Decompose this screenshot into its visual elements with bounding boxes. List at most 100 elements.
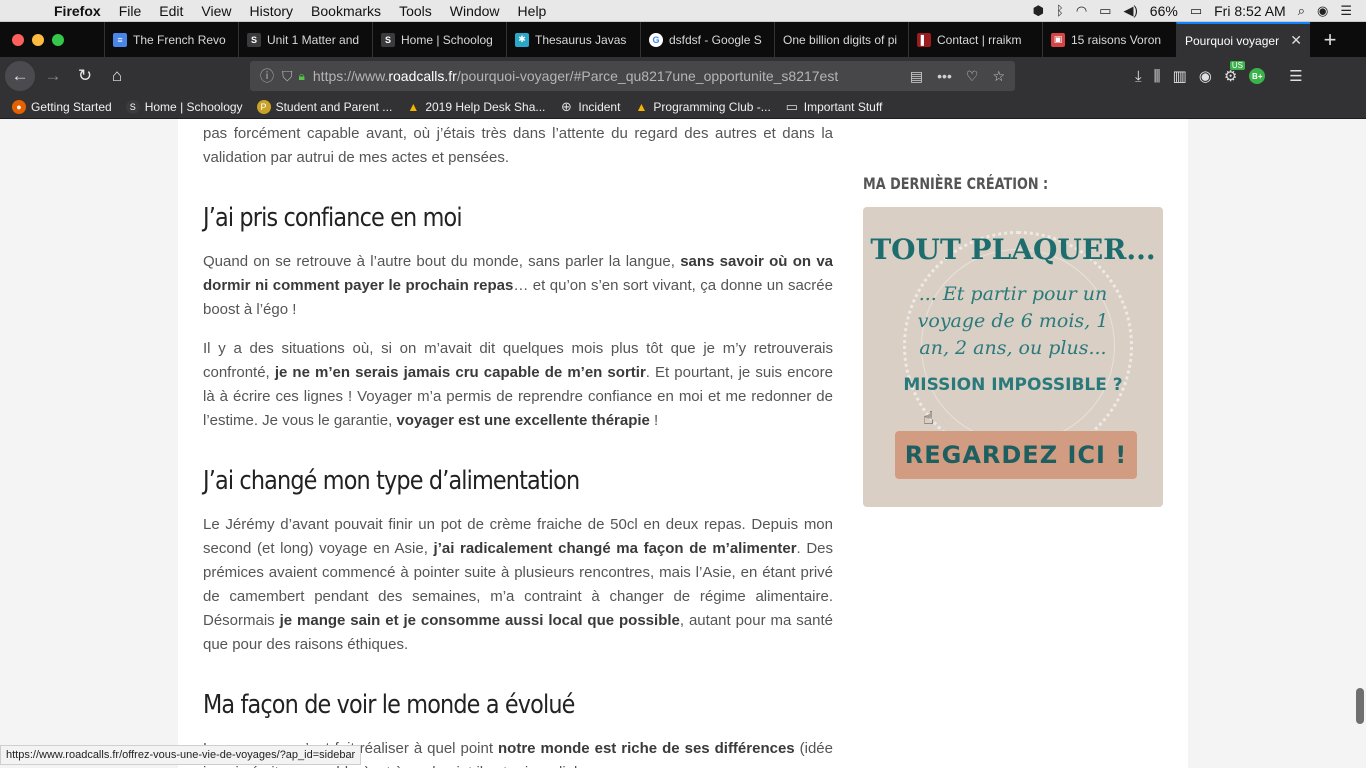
url-text[interactable]: https://www.roadcalls.fr/pourquoi-voyage… — [313, 68, 873, 84]
heading-monde: Ma façon de voir le monde a évolué — [203, 690, 575, 720]
tab-3[interactable]: ✱ Thesaurus Javas — [506, 22, 640, 57]
tab-label: 15 raisons Voron — [1071, 32, 1162, 47]
promo-cta-button[interactable]: REGARDEZ ICI ! — [895, 431, 1137, 479]
bookmark-label: Programming Club -... — [653, 99, 771, 114]
firefox-icon: ● — [12, 99, 26, 114]
drive-icon: ▲ — [635, 99, 648, 114]
tab-1[interactable]: S Unit 1 Matter and — [238, 22, 372, 57]
notification-center-icon[interactable]: ☰ — [1340, 3, 1352, 19]
url-bar[interactable]: ⓘ ⛉ 🔒︎ https://www.roadcalls.fr/pourquoi… — [250, 61, 1015, 91]
tab-8[interactable]: Pourquoi voyager ✕ — [1176, 22, 1310, 57]
tracking-shield-icon[interactable]: ⛉ — [282, 68, 293, 85]
thesaurus-icon: ✱ — [515, 32, 529, 47]
bookmark-label: Incident — [578, 99, 621, 114]
tab-4[interactable]: Gdsfdsf - Google S — [640, 22, 774, 57]
menu-bookmarks[interactable]: Bookmarks — [302, 3, 390, 19]
parent-icon: P — [256, 99, 271, 114]
docs-icon: ≡ — [113, 32, 127, 47]
bookmark-4[interactable]: ⊕ Incident — [559, 98, 621, 114]
bookmark-label: 2019 Help Desk Sha... — [425, 99, 546, 114]
forward-button[interactable]: → — [37, 60, 69, 92]
page-actions-icon[interactable]: ••• — [937, 68, 952, 85]
reload-button[interactable]: ↻ — [69, 60, 101, 92]
tab-label: One billion digits of pi — [783, 32, 898, 47]
window-controls — [0, 22, 104, 57]
home-button[interactable]: ⌂ — [101, 60, 133, 92]
menu-window[interactable]: Window — [441, 3, 509, 19]
menu-edit[interactable]: Edit — [150, 3, 192, 19]
close-window-button[interactable] — [12, 33, 24, 46]
siri-icon[interactable]: ◉ — [1317, 3, 1328, 19]
bookmark-1[interactable]: S Home | Schoology — [125, 99, 243, 114]
lock-icon[interactable]: 🔒︎ — [299, 69, 305, 84]
page-scrollbar[interactable] — [1356, 688, 1364, 724]
article-body: pas forcément capable avant, où j’étais … — [203, 119, 833, 768]
globe-icon: ⊕ — [560, 98, 572, 114]
downloads-icon[interactable]: ⤓ — [1135, 68, 1142, 85]
menu-hamburger-icon[interactable]: ☰ — [1289, 67, 1302, 85]
package-icon[interactable]: ⬢ — [1033, 3, 1044, 19]
tab-label: Pourquoi voyager — [1185, 33, 1280, 48]
pocket-icon[interactable]: ♡ — [966, 68, 979, 85]
menu-view[interactable]: View — [192, 3, 240, 19]
bookmark-label: Important Stuff — [803, 99, 883, 114]
sidebar: MA DERNIÈRE CRÉATION : TOUT PLAQUER... .… — [863, 174, 1163, 507]
bookmark-2[interactable]: P Student and Parent ... — [256, 99, 393, 114]
bluetooth-icon[interactable]: ᛒ — [1056, 3, 1064, 18]
promo-headline: TOUT PLAQUER... — [870, 233, 1156, 266]
tab-5[interactable]: One billion digits of pi — [774, 22, 908, 57]
bookmark-label: Student and Parent ... — [275, 99, 393, 114]
info-icon[interactable]: ⓘ — [260, 66, 274, 86]
menu-history[interactable]: History — [240, 3, 302, 19]
bookmark-3[interactable]: ▲ 2019 Help Desk Sha... — [406, 100, 545, 114]
promo-question: MISSION IMPOSSIBLE ? — [903, 375, 1123, 395]
bookmark-6[interactable]: ▭ Important Stuff — [785, 99, 883, 114]
paragraph-alimentation: Le Jérémy d’avant pouvait finir un pot d… — [203, 516, 834, 653]
menu-help[interactable]: Help — [509, 3, 556, 19]
app-menu[interactable]: Firefox — [54, 3, 110, 19]
extension-us-icon[interactable]: ⚙ US — [1224, 61, 1245, 85]
tab-7[interactable]: ▣ 15 raisons Voron — [1042, 22, 1176, 57]
schoology-icon: S — [247, 32, 261, 47]
bookmark-label: Home | Schoology — [144, 99, 243, 114]
library-icon[interactable]: ⫼ — [1154, 68, 1161, 85]
tab-label: Unit 1 Matter and — [267, 32, 360, 47]
battery-percent[interactable]: 66% — [1150, 3, 1178, 19]
bookmark-5[interactable]: ▲ Programming Club -... — [634, 100, 770, 114]
minimize-window-button[interactable] — [32, 33, 44, 46]
tab-0[interactable]: ≡ The French Revo — [104, 22, 238, 57]
bookmark-star-icon[interactable]: ☆ — [992, 68, 1005, 85]
navigation-toolbar: ← → ↻ ⌂ ⓘ ⛉ 🔒︎ https://www.roadcalls.fr/… — [0, 57, 1366, 95]
volume-icon[interactable]: ◀) — [1123, 3, 1137, 19]
tab-2[interactable]: S Home | Schoolog — [372, 22, 506, 57]
hand-cursor-icon: ☝ — [923, 408, 934, 428]
sidebar-icon[interactable]: ▥ — [1173, 67, 1187, 85]
battery-icon[interactable]: ▭ — [1190, 3, 1202, 19]
tab-label: Contact | rraikm — [937, 32, 1022, 47]
paragraph-confiance-1: Quand on se retrouve à l’autre bout du m… — [203, 253, 834, 318]
bookmark-0[interactable]: ● Getting Started — [12, 99, 112, 114]
promo-banner[interactable]: TOUT PLAQUER... ... Et partir pour un vo… — [863, 207, 1163, 507]
promo-subtext: ... Et partir pour un voyage de 6 mois, … — [917, 283, 1109, 359]
intro-paragraph: pas forcément capable avant, où j’étais … — [203, 125, 833, 166]
paragraph-confiance-2: Il y a des situations où, si on m’avait … — [203, 340, 833, 429]
tab-6[interactable]: ▌ Contact | rraikm — [908, 22, 1042, 57]
menu-tools[interactable]: Tools — [390, 3, 441, 19]
menu-file[interactable]: File — [110, 3, 151, 19]
spotlight-icon[interactable]: ⌕ — [1298, 3, 1305, 19]
clock[interactable]: Fri 8:52 AM — [1214, 3, 1286, 19]
back-button[interactable]: ← — [5, 61, 35, 91]
zoom-window-button[interactable] — [52, 33, 64, 46]
airplay-icon[interactable]: ▭ — [1099, 3, 1111, 19]
web-page: pas forcément capable avant, où j’étais … — [0, 119, 1366, 768]
tab-strip: ≡ The French Revo S Unit 1 Matter and S Home … — [0, 22, 1366, 57]
contact-icon: ▌ — [917, 32, 931, 47]
us-badge: US — [1229, 61, 1245, 70]
close-tab-icon[interactable]: ✕ — [1290, 32, 1302, 49]
heading-confiance: J’ai pris confiance en moi — [203, 203, 463, 233]
account-icon[interactable]: ◉ — [1199, 67, 1212, 85]
new-tab-button[interactable]: + — [1310, 22, 1350, 57]
bplus-extension-icon[interactable]: B+ — [1249, 68, 1266, 84]
wifi-icon[interactable]: ◠ — [1076, 3, 1087, 19]
reader-view-icon[interactable]: ▤ — [910, 68, 923, 85]
